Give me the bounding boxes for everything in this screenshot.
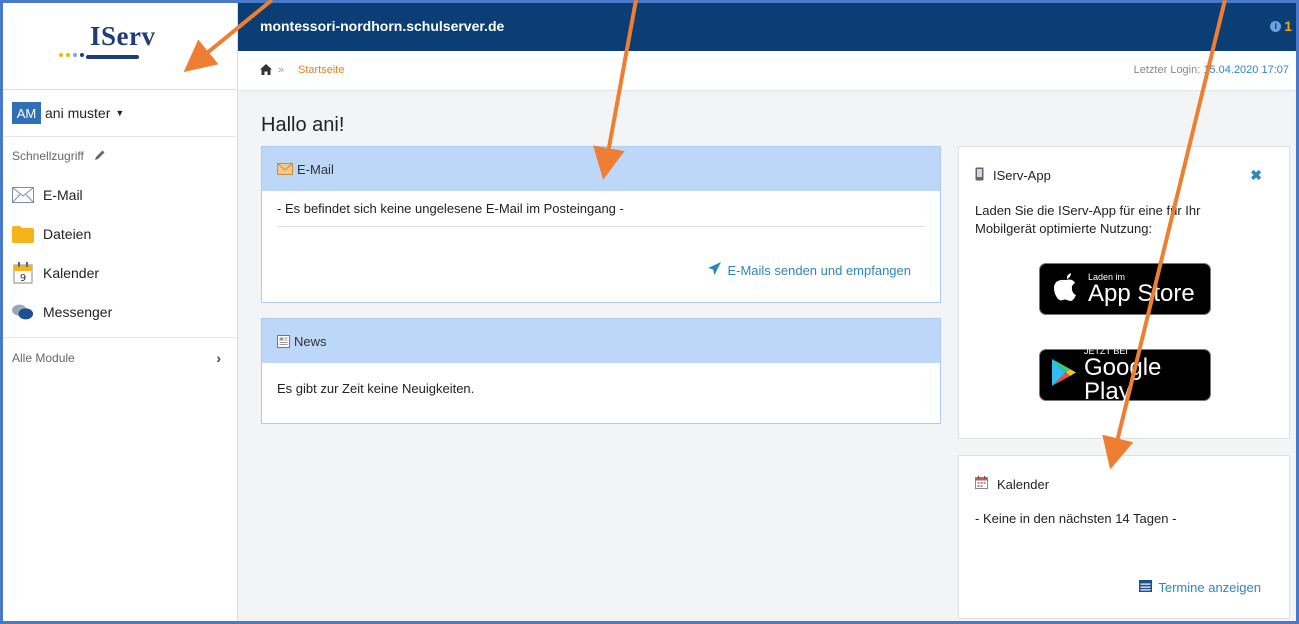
last-login-value: 15.04.2020 17:07: [1203, 64, 1289, 76]
chevron-right-icon: ›: [216, 350, 221, 366]
calendar-message: - Keine in den nächsten 14 Tagen -: [975, 511, 1177, 526]
apple-icon: [1054, 272, 1078, 306]
google-play-big-text: Google Play: [1084, 354, 1162, 405]
sidebar-item-label: Dateien: [43, 225, 92, 242]
home-icon[interactable]: [260, 64, 272, 78]
email-panel-header[interactable]: E-Mail: [262, 147, 940, 191]
logo-bar: [86, 55, 139, 59]
folder-icon: [12, 224, 34, 244]
notifications[interactable]: i 1: [1270, 18, 1292, 34]
breadcrumb: » Startseite Letzter Login: 15.04.2020 1…: [238, 51, 1296, 91]
sidebar-item-label: Kalender: [43, 264, 100, 281]
all-modules-link[interactable]: Alle Module ›: [3, 337, 237, 378]
envelope-icon: [277, 163, 293, 175]
calendar-card-title: Kalender: [975, 476, 1049, 492]
sidebar-item-files[interactable]: Dateien: [3, 214, 237, 253]
main-content: Hallo ani! E-Mail - Es befindet sich kei…: [238, 91, 1296, 621]
calendar-card: Kalender - Keine in den nächsten 14 Tage…: [958, 455, 1290, 619]
quick-access-label: Schnellzugriff: [12, 149, 84, 163]
iserv-app-card: IServ-App ✖ Laden Sie die IServ-App für …: [958, 146, 1290, 439]
sidebar: IServ AM ani muster ▼ Schnellzugriff E-M…: [3, 3, 238, 621]
breadcrumb-separator: »: [278, 64, 285, 76]
calendar-link-label: Termine anzeigen: [1158, 579, 1261, 595]
app-store-big-text: App Store: [1088, 280, 1195, 307]
news-panel-title: News: [294, 333, 327, 349]
server-domain: montessori-nordhorn.schulserver.de: [260, 18, 505, 34]
avatar: AM: [12, 102, 41, 124]
sidebar-item-messenger[interactable]: Messenger: [3, 292, 237, 331]
email-send-receive-link[interactable]: E-Mails senden und empfangen: [708, 262, 911, 278]
iserv-app-title: IServ-App: [975, 167, 1051, 184]
email-status-message: - Es befindet sich keine ungelesene E-Ma…: [277, 191, 925, 227]
page-title: Hallo ani!: [261, 114, 345, 136]
calendar-card-title-text: Kalender: [997, 476, 1050, 492]
news-panel-header[interactable]: News: [262, 319, 940, 363]
email-panel-title: E-Mail: [297, 161, 334, 177]
newspaper-icon: [277, 334, 290, 348]
caret-down-icon: ▼: [115, 108, 125, 118]
mail-icon: [12, 185, 34, 205]
logo-dots: [59, 53, 84, 57]
news-message: Es gibt zur Zeit keine Neuigkeiten.: [277, 381, 475, 396]
sidebar-item-label: Messenger: [43, 303, 113, 320]
close-icon[interactable]: ✖: [1250, 167, 1262, 184]
show-appointments-link[interactable]: Termine anzeigen: [1139, 579, 1261, 595]
google-play-icon: [1052, 359, 1076, 391]
sidebar-item-email[interactable]: E-Mail: [3, 175, 237, 214]
calendar-icon: 9: [12, 261, 34, 284]
chat-bubbles-icon: [12, 302, 34, 322]
app-store-button[interactable]: Laden im App Store: [1039, 263, 1211, 315]
google-play-button[interactable]: JETZT BEI Google Play: [1039, 346, 1211, 405]
user-menu[interactable]: AM ani muster ▼: [3, 90, 237, 137]
pencil-icon[interactable]: [94, 149, 106, 164]
sidebar-item-calendar[interactable]: 9 Kalender: [3, 253, 237, 292]
breadcrumb-current[interactable]: Startseite: [298, 64, 344, 76]
email-link-label: E-Mails senden und empfangen: [727, 262, 911, 278]
all-modules-label: Alle Module: [12, 351, 75, 365]
sidebar-item-label: E-Mail: [43, 186, 83, 203]
svg-text:9: 9: [20, 273, 26, 284]
logo-text: IServ: [90, 21, 156, 51]
calendar-link-icon: [1139, 579, 1153, 595]
iserv-app-title-text: IServ-App: [993, 168, 1051, 183]
top-header: montessori-nordhorn.schulserver.de i 1: [238, 3, 1296, 51]
notification-count: 1: [1284, 18, 1292, 34]
last-login-label: Letzter Login:: [1133, 64, 1201, 76]
paper-plane-icon: [708, 262, 722, 278]
calendar-small-icon: [975, 476, 988, 492]
last-login: Letzter Login: 15.04.2020 17:07: [1134, 64, 1289, 76]
quick-access-header: Schnellzugriff: [3, 137, 237, 175]
email-panel: E-Mail - Es befindet sich keine ungelese…: [261, 146, 941, 303]
info-icon: i: [1270, 20, 1282, 32]
news-panel: News Es gibt zur Zeit keine Neuigkeiten.: [261, 318, 941, 424]
logo[interactable]: IServ: [3, 3, 237, 90]
mobile-phone-icon: [975, 167, 984, 184]
iserv-app-description: Laden Sie die IServ-App für eine für Ihr…: [975, 203, 1201, 236]
user-name: ani muster: [45, 105, 111, 121]
